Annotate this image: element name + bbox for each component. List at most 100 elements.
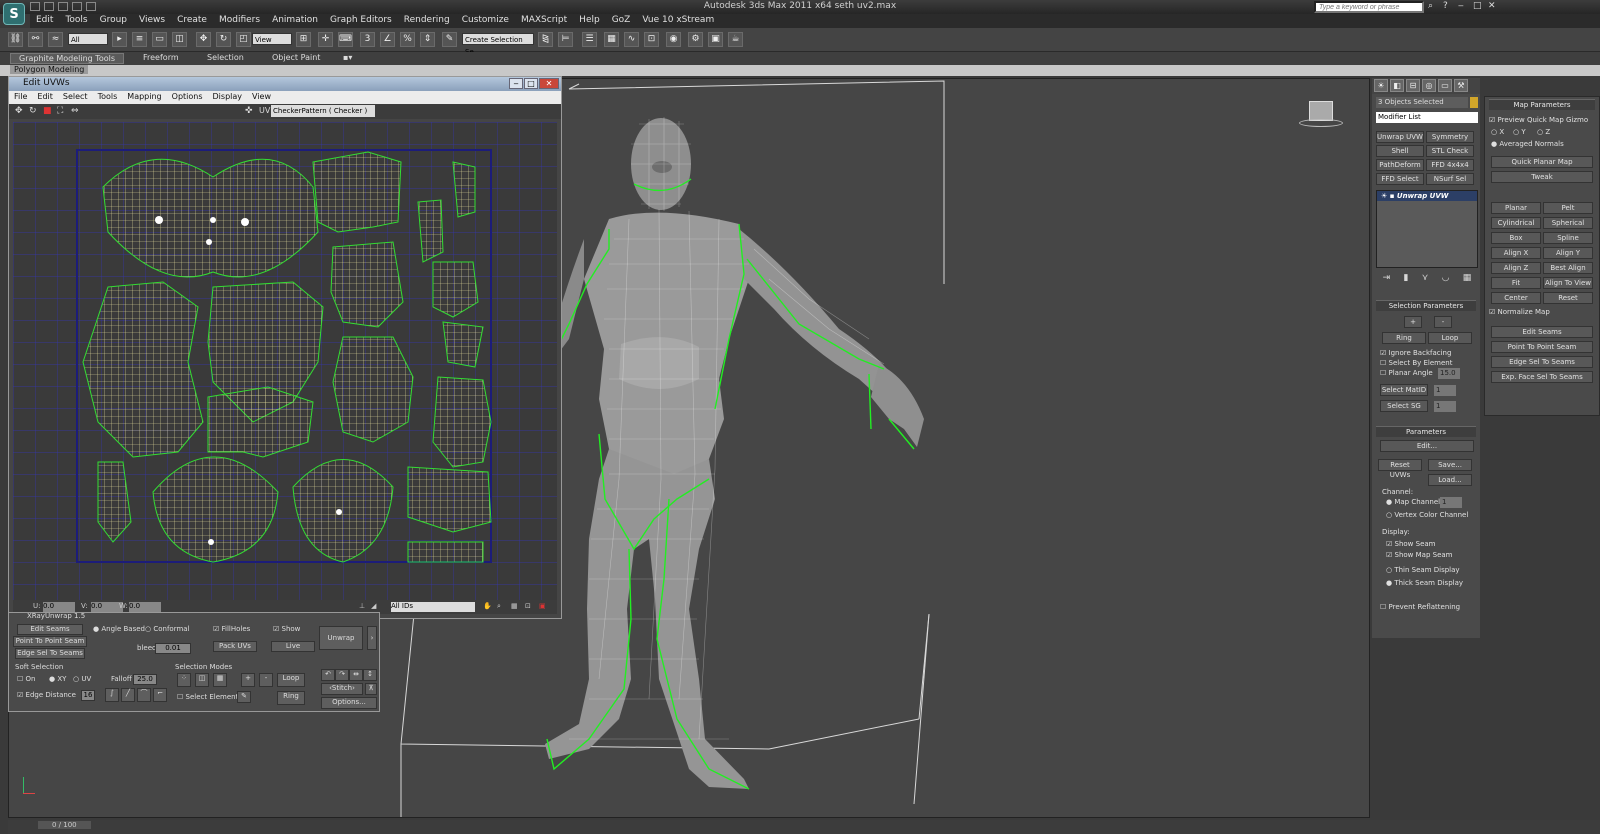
shrink-button[interactable]: - <box>1434 316 1452 328</box>
unlink-icon[interactable]: ⚯ <box>28 32 43 47</box>
menu-edit[interactable]: Edit <box>30 14 59 28</box>
u-value[interactable]: 0.0 <box>43 602 75 612</box>
uv-menu-tools[interactable]: Tools <box>93 91 123 104</box>
pelt-button[interactable]: Pelt <box>1543 202 1593 214</box>
uv-maximize-icon[interactable]: □ <box>524 78 538 89</box>
select-matid-button[interactable]: Select MatID <box>1380 384 1428 396</box>
show-seam-checkbox[interactable]: ☑ Show Seam <box>1386 540 1436 548</box>
uv-menu-options[interactable]: Options <box>167 91 208 104</box>
zoom-icon[interactable]: ⌕ <box>497 602 501 611</box>
undo-icon[interactable] <box>72 2 82 11</box>
create-tab-icon[interactable]: ☀ <box>1374 79 1388 92</box>
map-edge-sel-button[interactable]: Edge Sel To Seams <box>1491 356 1593 368</box>
tab-object-paint[interactable]: Object Paint <box>272 53 320 62</box>
hide-icon[interactable]: ◢ <box>371 602 376 610</box>
stitch-right-icon[interactable]: ↷ <box>335 669 349 681</box>
ribbon-options-icon[interactable]: ▪▾ <box>343 53 352 62</box>
select-by-element-checkbox[interactable]: ☐ Select By Element <box>1380 359 1453 367</box>
graphite-toggle-icon[interactable]: ▦ <box>604 32 619 47</box>
select-by-name-icon[interactable]: ≡ <box>132 32 147 47</box>
preview-gizmo-checkbox[interactable]: ☑ Preview Quick Map Gizmo <box>1489 116 1588 124</box>
select-object-icon[interactable]: ▸ <box>112 32 127 47</box>
uv-freeform-icon[interactable]: ⛶ <box>57 106 63 116</box>
modifier-symmetry-button[interactable]: Symmetry <box>1426 131 1474 143</box>
render-production-icon[interactable]: ☕ <box>728 32 743 47</box>
planar-angle-checkbox[interactable]: ☐ Planar Angle <box>1380 369 1433 377</box>
box-button[interactable]: Box <box>1491 232 1541 244</box>
edge-sel-to-seams-button[interactable]: Edge Sel To Seams <box>15 648 85 659</box>
pack-uvs-button[interactable]: Pack UVs <box>213 641 257 652</box>
angle-based-radio[interactable]: ● Angle Based <box>93 625 145 633</box>
uv-scale-icon[interactable]: ■ <box>43 106 52 116</box>
map-edit-seams-button[interactable]: Edit Seams <box>1491 326 1593 338</box>
fit-button[interactable]: Fit <box>1491 277 1541 289</box>
mirror-icon[interactable]: ⧎ <box>538 32 553 47</box>
vertex-mode-icon[interactable]: ⁘ <box>177 673 191 687</box>
align-z-button[interactable]: Align Z <box>1491 262 1541 274</box>
uv-move-icon[interactable]: ✥ <box>15 106 23 116</box>
curve-editor-icon[interactable]: ∿ <box>624 32 639 47</box>
modifier-ffd-4x4x4-button[interactable]: FFD 4x4x4 <box>1426 159 1474 171</box>
menu-maxscript[interactable]: MAXScript <box>515 14 573 28</box>
zoom-region-icon[interactable]: ▦ <box>511 602 518 610</box>
y-radio[interactable]: ○ Y <box>1513 128 1526 136</box>
live-button[interactable]: Live <box>271 641 315 652</box>
named-selection-dropdown[interactable]: Create Selection Se <box>462 33 534 56</box>
rect-region-icon[interactable]: ▭ <box>152 32 167 47</box>
best-align-button[interactable]: Best Align <box>1543 262 1593 274</box>
minimize-icon[interactable]: ‒ <box>1458 1 1467 11</box>
motion-tab-icon[interactable]: ◎ <box>1422 79 1436 92</box>
ring-button[interactable]: Ring <box>277 691 305 705</box>
save-button[interactable]: Save... <box>1428 459 1472 471</box>
tab-polygon-modeling[interactable]: Polygon Modeling <box>10 65 89 74</box>
shrink-selection-button[interactable]: - <box>259 673 273 687</box>
align-icon[interactable]: ⊨ <box>558 32 573 47</box>
map-channel-input[interactable]: 1 <box>1440 497 1462 508</box>
align-vertical-icon[interactable]: ↕ <box>363 669 377 681</box>
lock-icon[interactable]: ⊥ <box>359 602 365 610</box>
uv-close-icon[interactable]: ✕ <box>539 78 559 89</box>
material-editor-icon[interactable]: ◉ <box>666 32 681 47</box>
bleed-input[interactable]: 0.01 <box>155 643 191 654</box>
maximize-icon[interactable]: □ <box>1473 1 1482 11</box>
point-to-point-button[interactable]: Point To Point Seam <box>13 636 87 647</box>
select-manipulate-icon[interactable]: ✛ <box>318 32 333 47</box>
falloff-curve-2-icon[interactable]: ╱ <box>121 688 135 702</box>
window-crossing-icon[interactable]: ◫ <box>172 32 187 47</box>
loop-button[interactable]: Loop <box>1428 332 1472 344</box>
xray-expand-icon[interactable]: › <box>367 626 377 650</box>
grow-button[interactable]: + <box>1404 316 1422 328</box>
loop-button[interactable]: Loop <box>277 673 305 687</box>
display-tab-icon[interactable]: ▭ <box>1438 79 1452 92</box>
show-map-seam-checkbox[interactable]: ☑ Show Map Seam <box>1386 551 1452 559</box>
bind-spacewarp-icon[interactable]: ≈ <box>48 32 63 47</box>
modifier-pathdeform-button[interactable]: PathDeform <box>1376 159 1424 171</box>
help-icon[interactable]: ? <box>1443 1 1452 11</box>
map-point-to-point-button[interactable]: Point To Point Seam <box>1491 341 1593 353</box>
uv-canvas[interactable] <box>13 122 557 606</box>
select-link-icon[interactable]: ⛓ <box>8 32 23 47</box>
spline-button[interactable]: Spline <box>1543 232 1593 244</box>
align-y-button[interactable]: Align Y <box>1543 247 1593 259</box>
reset-uvws-button[interactable]: Reset UVWs <box>1378 459 1422 479</box>
keyboard-shortcut-icon[interactable]: ⌨ <box>338 32 353 47</box>
stitch-left-icon[interactable]: ↶ <box>321 669 335 681</box>
modifier-shell-button[interactable]: Shell <box>1376 145 1424 157</box>
rotate-icon[interactable]: ↻ <box>216 32 231 47</box>
show-end-result-icon[interactable]: ▮ <box>1403 273 1408 285</box>
uv-menu-file[interactable]: File <box>9 91 32 104</box>
menu-graph-editors[interactable]: Graph Editors <box>324 14 398 28</box>
modifier-stack[interactable]: ☀ ▪ Unwrap UVW <box>1376 190 1478 268</box>
tab-graphite-modeling-tools[interactable]: Graphite Modeling Tools <box>10 53 125 64</box>
modifier-unwrap-uvw-button[interactable]: Unwrap UVW <box>1376 131 1424 143</box>
percent-snap-icon[interactable]: % <box>400 32 415 47</box>
viewcube-ring-icon[interactable] <box>1299 119 1343 127</box>
planar-button[interactable]: Planar <box>1491 202 1541 214</box>
falloff-curve-3-icon[interactable]: ⌒ <box>137 688 151 702</box>
fill-holes-checkbox[interactable]: ☑ FillHoles <box>213 625 250 633</box>
menu-rendering[interactable]: Rendering <box>398 14 456 28</box>
cylindrical-button[interactable]: Cylindrical <box>1491 217 1541 229</box>
ring-button[interactable]: Ring <box>1382 332 1426 344</box>
character-mesh[interactable] <box>545 118 924 789</box>
modifier-ffd-select-button[interactable]: FFD Select <box>1376 173 1424 185</box>
